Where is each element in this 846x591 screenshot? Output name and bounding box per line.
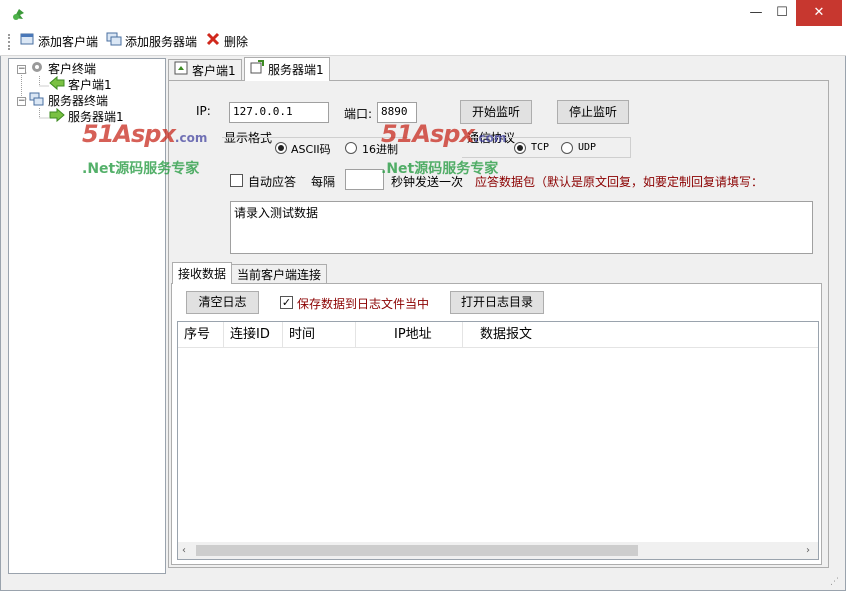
col-header-ip[interactable]: IP地址 [356, 322, 463, 347]
tab-receive[interactable]: 接收数据 [172, 262, 233, 284]
save-log-label: 保存数据到日志文件当中 [297, 297, 430, 311]
tcp-radio[interactable] [514, 142, 526, 154]
delete-x-icon [205, 31, 221, 53]
save-log-checkbox[interactable]: ✓ [280, 296, 293, 309]
scrollbar-thumb[interactable] [196, 545, 638, 556]
test-data-textarea[interactable]: 请录入测试数据 [230, 201, 813, 254]
collapse-toggle[interactable]: − [17, 64, 26, 74]
watermark-logo-suffix: .com [473, 131, 507, 145]
tab-connections-label: 当前客户端连接 [237, 267, 322, 282]
udp-label: UDP [578, 142, 597, 153]
add-server-button[interactable]: 添加服务器端 [106, 32, 197, 52]
udp-radio[interactable] [561, 142, 573, 154]
data-grid[interactable]: 序号 连接ID 时间 IP地址 数据报文 ‹ › [177, 321, 819, 560]
minimize-button[interactable]: — [744, 0, 768, 26]
collapse-toggle[interactable]: − [17, 96, 26, 106]
watermark-left: 51Aspx.com [82, 120, 207, 148]
tree-client-item[interactable]: 客户端1 [49, 75, 112, 95]
resize-grip[interactable]: ⋰ [830, 576, 842, 588]
watermark-logo-main: 51Aspx [82, 120, 176, 148]
tab-window-icon [174, 61, 188, 81]
hex-radio[interactable] [345, 142, 357, 154]
auto-reply-label: 自动应答 [248, 175, 297, 189]
ip-input[interactable]: 127.0.0.1 [229, 102, 329, 123]
window-add-icon [19, 31, 35, 53]
toolbar-grip [8, 34, 11, 50]
watermark-right: 51Aspx.com [381, 120, 506, 148]
close-button[interactable]: ✕ [796, 0, 842, 26]
servers-add-icon [106, 31, 122, 53]
tab-server-label: 服务器端1 [268, 62, 324, 77]
ip-label: IP: [196, 104, 211, 118]
horizontal-scrollbar[interactable]: ‹ › [178, 542, 818, 559]
test-data-text: 请录入测试数据 [234, 206, 319, 220]
auto-reply-checkbox[interactable] [230, 174, 243, 187]
gear-icon [29, 59, 45, 79]
watermark-logo-suffix: .com [174, 131, 208, 145]
arrow-left-icon [49, 75, 65, 95]
interval-input[interactable] [345, 169, 384, 190]
maximize-button[interactable]: ☐ [770, 0, 794, 26]
tab-client-label: 客户端1 [192, 63, 236, 78]
add-server-label: 添加服务器端 [125, 35, 198, 49]
scroll-left-icon[interactable]: ‹ [182, 545, 186, 556]
col-header-message[interactable]: 数据报文 [463, 322, 563, 347]
port-label: 端口: [344, 107, 373, 121]
client-item-label: 客户端1 [68, 78, 112, 92]
reply-hint-label: 应答数据包（默认是原文回复，如要定制回复请填写： [475, 175, 764, 189]
watermark-tagline-right: .Net源码服务专家 [381, 161, 499, 177]
clear-log-button[interactable]: 清空日志 [186, 291, 259, 314]
server-stack-icon [29, 91, 45, 111]
col-header-connection-id[interactable]: 连接ID [224, 322, 283, 347]
delete-button[interactable]: 删除 [205, 32, 248, 52]
every-label: 每隔 [311, 175, 336, 189]
col-header-index[interactable]: 序号 [178, 322, 224, 347]
tab-client[interactable]: 客户端1 [168, 59, 242, 81]
add-client-button[interactable]: 添加客户端 [19, 32, 98, 52]
col-header-time[interactable]: 时间 [283, 322, 356, 347]
scroll-right-icon[interactable]: › [806, 545, 810, 556]
tab-receive-label: 接收数据 [178, 266, 227, 281]
title-bar [0, 0, 846, 28]
app-icon [11, 6, 27, 22]
tab-server-icon [250, 59, 264, 80]
watermark-tagline-left: .Net源码服务专家 [82, 161, 200, 177]
watermark-logo-main: 51Aspx [381, 120, 475, 148]
delete-label: 删除 [224, 35, 249, 49]
add-client-label: 添加客户端 [38, 35, 99, 49]
ascii-radio[interactable] [275, 142, 287, 154]
tab-server[interactable]: 服务器端1 [244, 57, 330, 81]
tcp-label: TCP [531, 142, 550, 153]
open-log-dir-button[interactable]: 打开日志目录 [450, 291, 544, 314]
tab-connections[interactable]: 当前客户端连接 [231, 264, 328, 284]
ascii-label: ASCII码 [291, 143, 331, 156]
arrow-right-icon [49, 107, 65, 127]
stop-listen-button[interactable]: 停止监听 [557, 100, 629, 124]
